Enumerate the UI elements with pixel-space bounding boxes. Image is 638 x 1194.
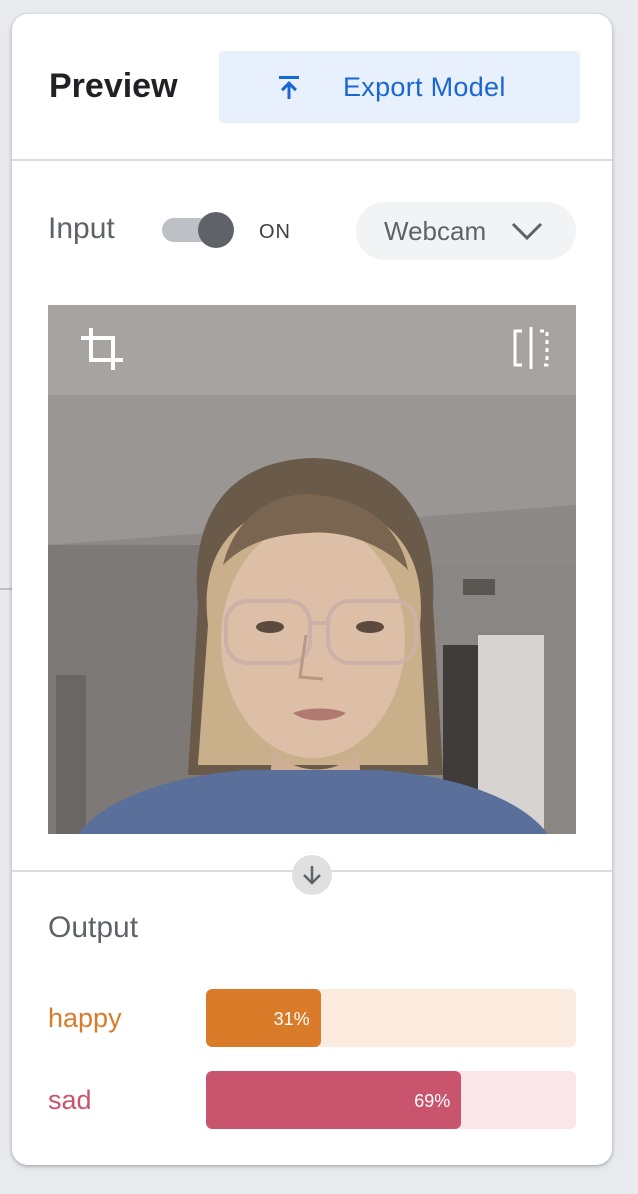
preview-panel: Preview Export Model Input ON Webcam Out… bbox=[12, 14, 612, 1165]
export-model-button[interactable]: Export Model bbox=[219, 51, 580, 123]
input-label: Input bbox=[48, 212, 115, 245]
arrow-down-icon bbox=[303, 866, 321, 885]
flow-indicator bbox=[292, 855, 332, 895]
confidence-bar-track: 69% bbox=[206, 1071, 576, 1129]
confidence-bar-track: 31% bbox=[206, 989, 576, 1047]
input-toggle[interactable] bbox=[162, 211, 236, 249]
chevron-down-icon bbox=[511, 222, 543, 241]
input-source-dropdown[interactable]: Webcam bbox=[356, 202, 576, 260]
upload-arrow-icon bbox=[279, 76, 299, 99]
confidence-percent: 31% bbox=[273, 1009, 310, 1029]
output-label: Output bbox=[48, 911, 139, 944]
class-row-happy: happy 31% bbox=[12, 989, 612, 1047]
webcam-image bbox=[48, 305, 576, 834]
webcam-feed bbox=[48, 305, 576, 834]
confidence-percent: 69% bbox=[414, 1091, 451, 1111]
input-source-value: Webcam bbox=[384, 216, 487, 246]
confidence-bar-fill: 69% bbox=[206, 1071, 462, 1129]
panel-connector-line bbox=[0, 588, 12, 590]
panel-title: Preview bbox=[49, 67, 178, 105]
class-name: sad bbox=[48, 1085, 92, 1115]
crop-icon[interactable] bbox=[79, 326, 125, 372]
confidence-bar-fill: 31% bbox=[206, 989, 321, 1047]
preview-header: Preview Export Model bbox=[12, 14, 612, 161]
class-name: happy bbox=[48, 1003, 122, 1033]
class-row-sad: sad 69% bbox=[12, 1071, 612, 1129]
toggle-knob bbox=[198, 212, 234, 248]
flip-icon[interactable] bbox=[512, 327, 550, 369]
toggle-state-label: ON bbox=[259, 221, 291, 243]
export-model-label: Export Model bbox=[343, 72, 506, 102]
